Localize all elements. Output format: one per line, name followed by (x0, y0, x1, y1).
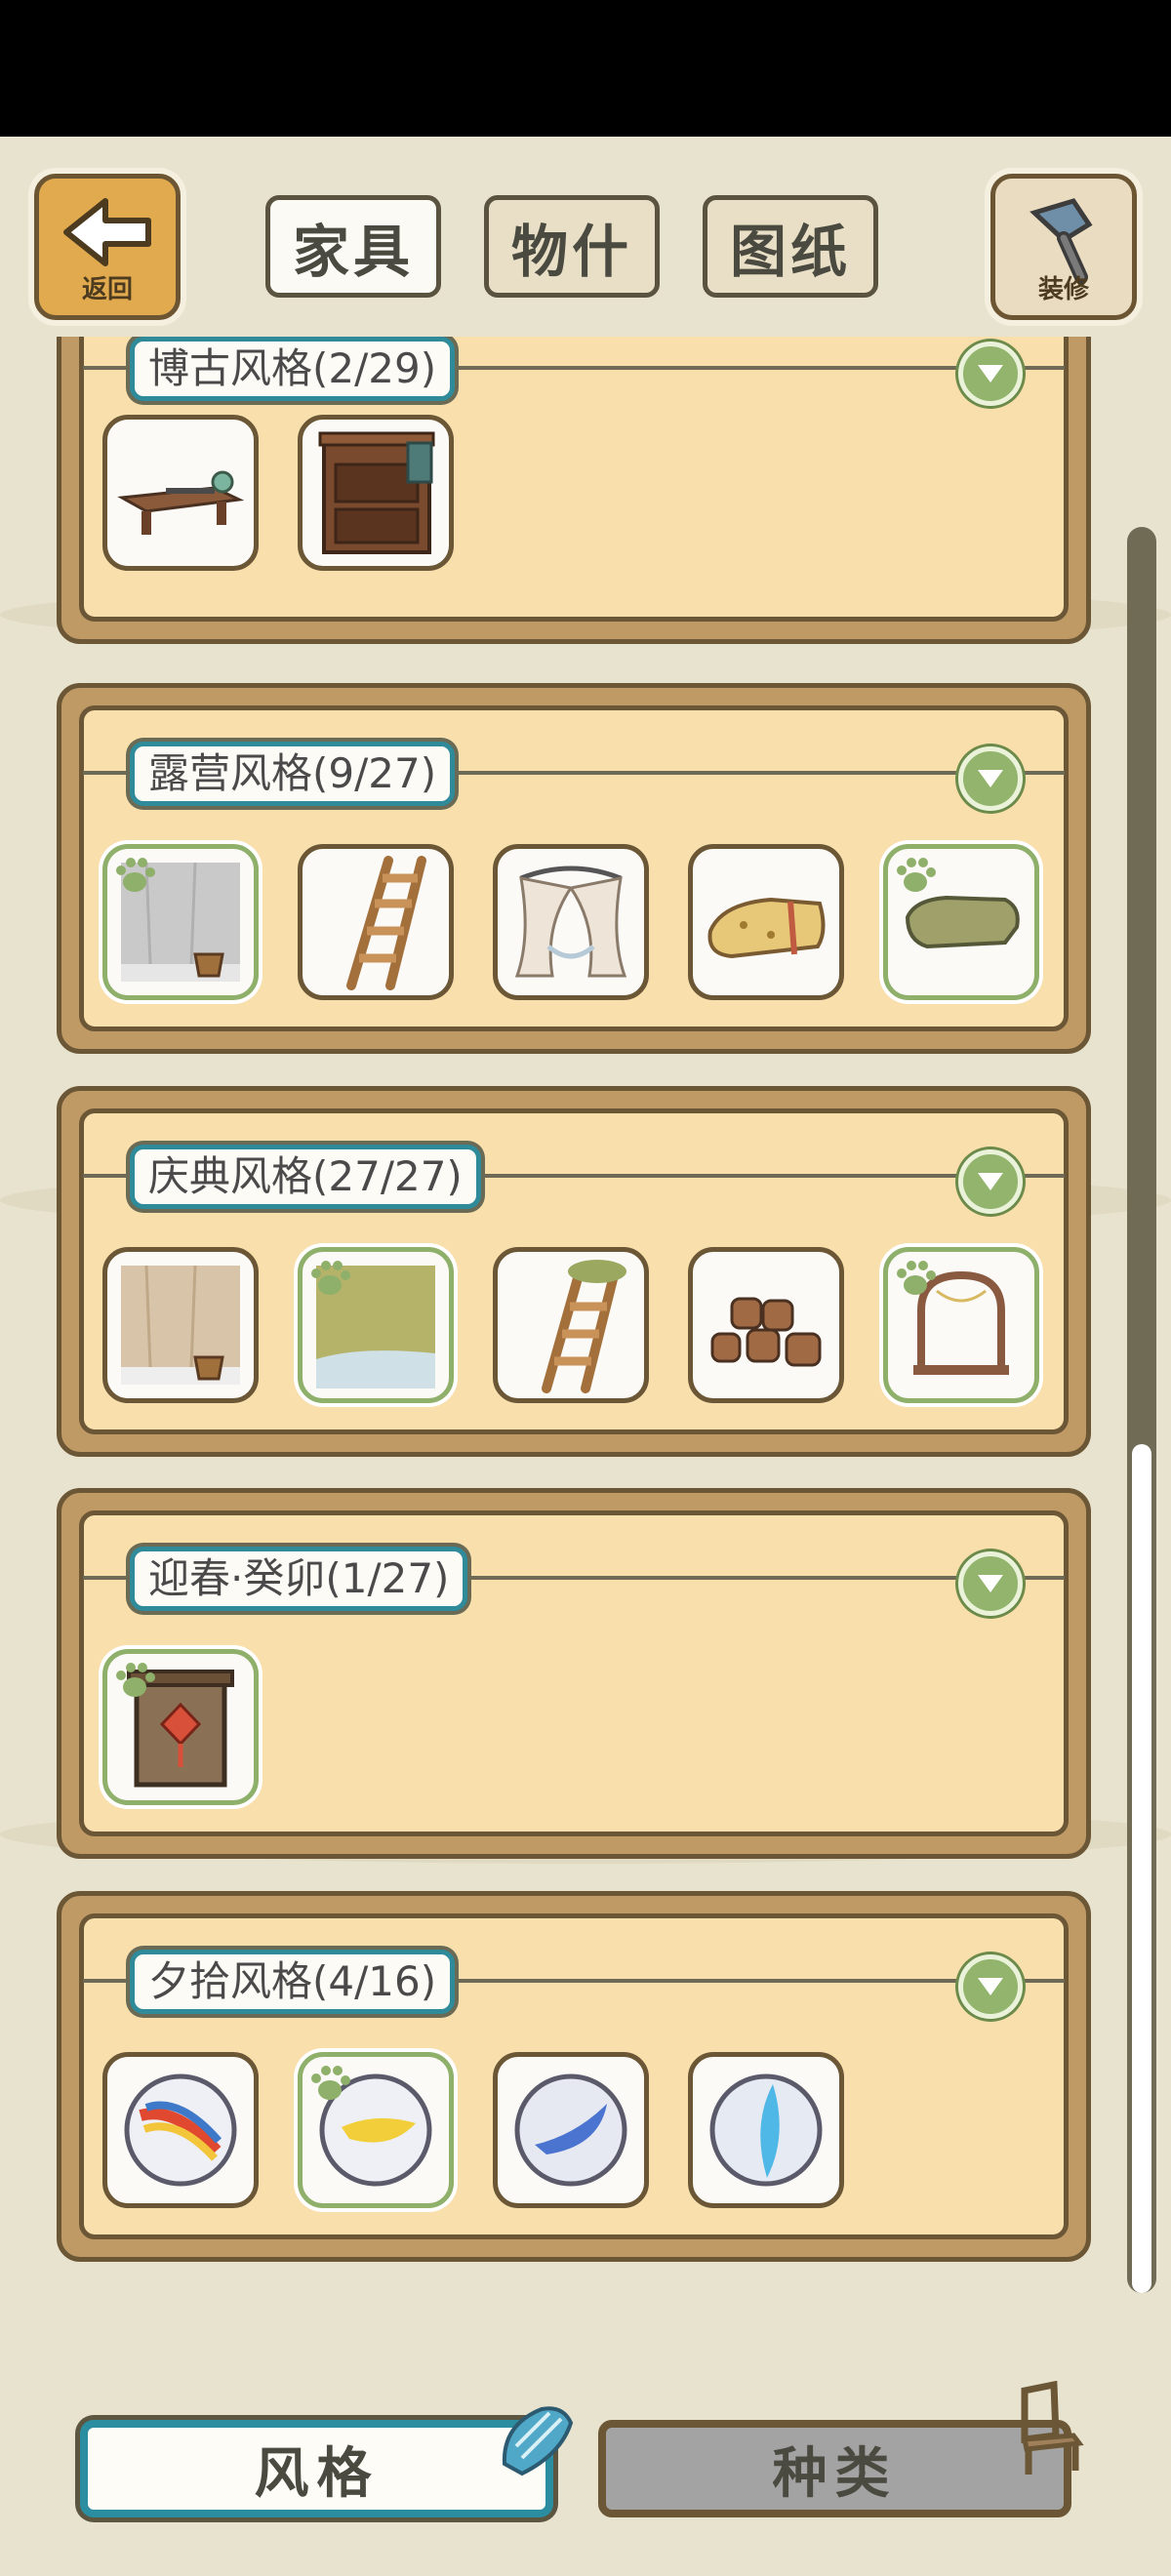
tab-kind[interactable]: 种类 (598, 2420, 1071, 2517)
item-tile[interactable] (102, 1649, 259, 1805)
scrollbar-thumb[interactable] (1132, 1444, 1151, 2293)
item-tile[interactable] (102, 2052, 259, 2208)
item-tile[interactable] (102, 415, 259, 571)
ladder-icon (346, 856, 426, 990)
item-tile[interactable] (102, 1247, 259, 1403)
item-tile[interactable] (883, 844, 1039, 1000)
category-title: 迎春·癸卯(1/27) (130, 1547, 468, 1611)
item-tile[interactable] (688, 844, 844, 1000)
collapse-chevron-icon[interactable] (958, 746, 1023, 811)
category-title: 露营风格(9/27) (130, 742, 456, 806)
back-button[interactable]: 返回 (34, 174, 181, 320)
low-table-icon (117, 470, 245, 535)
item-tile[interactable] (298, 415, 454, 571)
category-title: 庆典风格(27/27) (130, 1145, 481, 1209)
category-title: 博古风格(2/29) (130, 337, 456, 401)
item-tile[interactable] (493, 844, 649, 1000)
status-bar (0, 0, 1171, 137)
category-list[interactable]: 博古风格(2/29) 露营风格(9/27) 庆典风格(27/27) 迎春·癸卯(… (0, 337, 1171, 2288)
marble-blue-icon (514, 2073, 627, 2187)
category-panel: 迎春·癸卯(1/27) (57, 1488, 1091, 1859)
item-tile[interactable] (102, 844, 259, 1000)
chair-icon (1021, 2381, 1084, 2475)
item-tile[interactable] (298, 2052, 454, 2208)
tab-furniture[interactable]: 家具 (265, 195, 441, 298)
tab-style-label: 风格 (254, 2441, 380, 2506)
decorate-label: 装修 (1037, 275, 1089, 304)
paw-owned-icon (116, 858, 155, 892)
tab-kind-label: 种类 (772, 2441, 898, 2506)
item-tile[interactable] (688, 2052, 844, 2208)
barrels-icon (710, 1297, 822, 1367)
paw-owned-icon (116, 1663, 155, 1697)
shell-icon (502, 2406, 574, 2476)
mossy-ladder-icon (542, 1260, 626, 1393)
item-tile[interactable] (688, 1247, 844, 1403)
wall-with-bucket-icon (121, 1265, 240, 1385)
marble-rainbow-icon (124, 2073, 237, 2187)
paw-owned-icon (897, 858, 936, 892)
tent-canopy-icon (514, 865, 627, 978)
collapse-chevron-icon[interactable] (958, 1551, 1023, 1616)
category-title: 夕拾风格(4/16) (130, 1950, 456, 2014)
item-tile[interactable] (298, 1247, 454, 1403)
category-panel: 庆典风格(27/27) (57, 1086, 1091, 1457)
category-panel: 夕拾风格(4/16) (57, 1891, 1091, 2262)
item-tile[interactable] (493, 1247, 649, 1403)
tab-objects[interactable]: 物什 (484, 195, 660, 298)
collapse-chevron-icon[interactable] (958, 342, 1023, 406)
sleeping-bag-icon (707, 897, 826, 959)
marble-cyan-icon (709, 2073, 823, 2187)
item-tile[interactable] (298, 844, 454, 1000)
item-tile[interactable] (493, 2052, 649, 2208)
collapse-chevron-icon[interactable] (958, 1954, 1023, 2019)
wooden-cabinet-icon (318, 431, 435, 554)
category-panel: 博古风格(2/29) (57, 337, 1091, 644)
collapse-chevron-icon[interactable] (958, 1149, 1023, 1214)
paw-owned-icon (311, 1261, 350, 1295)
item-tile[interactable] (883, 1247, 1039, 1403)
tab-blueprints[interactable]: 图纸 (703, 195, 878, 298)
category-panel: 露营风格(9/27) (57, 683, 1091, 1054)
paw-owned-icon (311, 2066, 350, 2100)
tab-style[interactable]: 风格 (80, 2420, 553, 2517)
decorate-button[interactable]: 装修 (990, 174, 1137, 320)
back-label: 返回 (81, 275, 133, 304)
paw-owned-icon (897, 1261, 936, 1295)
